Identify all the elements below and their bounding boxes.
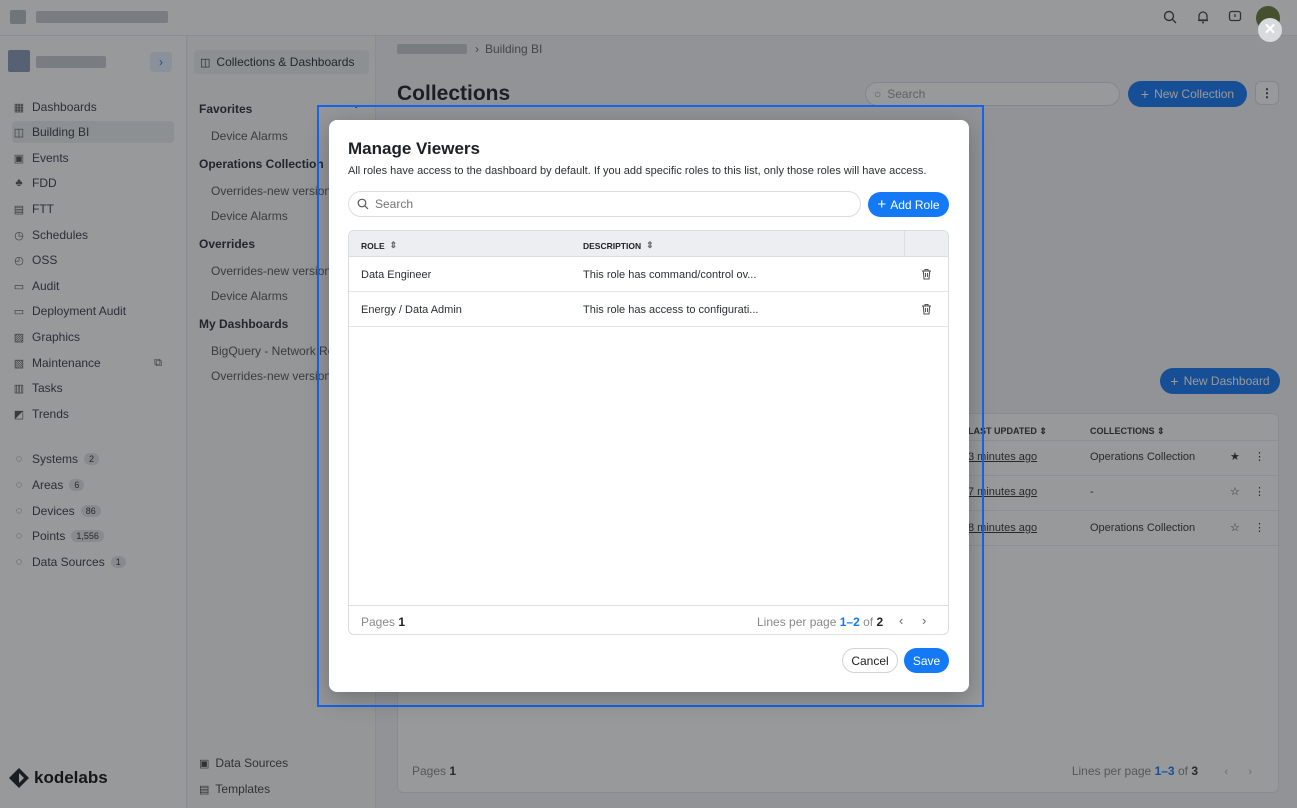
role-name: Energy / Data Admin (361, 304, 462, 316)
cancel-button[interactable]: Cancel (842, 648, 898, 673)
role-name: Data Engineer (361, 269, 432, 281)
dialog-description: All roles have access to the dashboard b… (348, 165, 927, 177)
lines-range: 1–2 (839, 615, 860, 629)
save-button[interactable]: Save (904, 648, 949, 673)
plus-icon: + (877, 196, 887, 213)
trash-icon[interactable] (921, 303, 932, 315)
lines-per-page[interactable]: Lines per page 1–2 of 2 (757, 615, 883, 629)
role-description: This role has access to configurati... (583, 304, 759, 316)
role-search-field[interactable] (348, 191, 861, 217)
add-role-label: Add Role (890, 197, 940, 212)
pages-value: 1 (398, 615, 406, 629)
table-pagination: Pages 1 Lines per page 1–2 of 2 ‹ › (349, 605, 948, 634)
prev-page-icon[interactable]: ‹ (899, 613, 903, 628)
role-search-input[interactable] (375, 197, 845, 211)
dialog-title: Manage Viewers (348, 139, 480, 158)
table-row: Energy / Data Admin This role has access… (349, 292, 948, 327)
add-role-button[interactable]: + Add Role (868, 192, 949, 217)
pages-label: Pages (361, 615, 396, 629)
pages-indicator: Pages 1 (361, 615, 405, 629)
column-header-description-label: DESCRIPTION (583, 240, 642, 251)
lines-label: Lines per page (757, 615, 837, 629)
column-header-role[interactable]: ROLE ⇕ (361, 240, 397, 251)
role-description: This role has command/control ov... (583, 269, 757, 281)
column-header-role-label: ROLE (361, 240, 385, 251)
search-icon (357, 198, 369, 210)
lines-total: 2 (876, 615, 884, 629)
close-icon[interactable]: ✕ (1258, 18, 1282, 42)
table-row: Data Engineer This role has command/cont… (349, 257, 948, 292)
column-header-description[interactable]: DESCRIPTION ⇕ (583, 240, 654, 251)
header-divider (904, 231, 905, 257)
roles-table-header: ROLE ⇕ DESCRIPTION ⇕ (349, 231, 948, 257)
trash-icon[interactable] (921, 268, 932, 280)
roles-table: ROLE ⇕ DESCRIPTION ⇕ Data Engineer This … (348, 230, 949, 635)
lines-of: of (863, 615, 874, 629)
sort-icon: ⇕ (646, 240, 654, 250)
next-page-icon[interactable]: › (922, 613, 926, 628)
sort-icon: ⇕ (389, 240, 398, 250)
manage-viewers-dialog: Manage Viewers All roles have access to … (329, 120, 969, 692)
